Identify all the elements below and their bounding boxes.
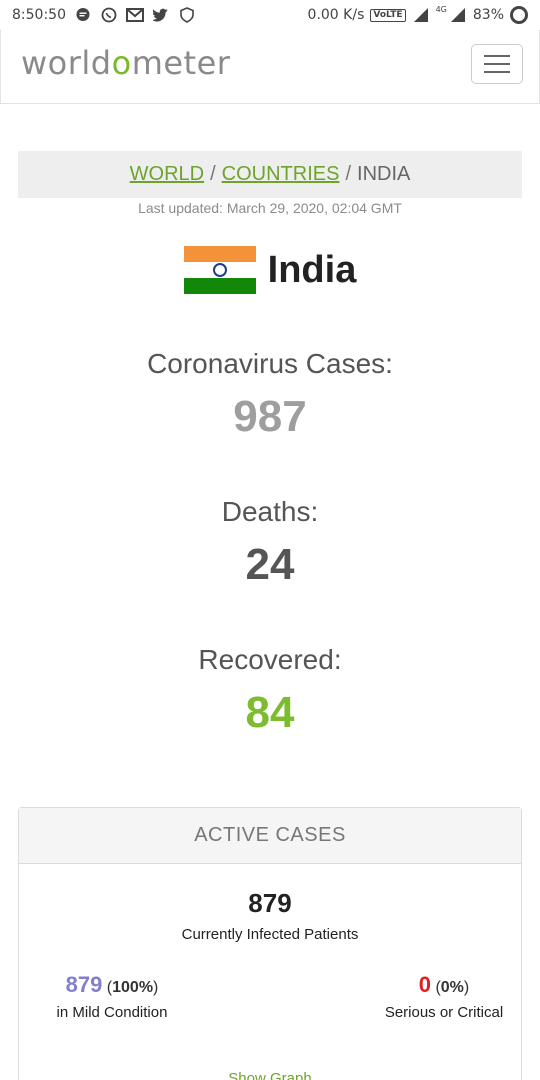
signal-icon-2 <box>449 6 467 24</box>
net-speed: 0.00 K/s <box>307 7 365 23</box>
whatsapp-icon <box>100 6 118 24</box>
shield-app-icon <box>178 6 196 24</box>
recovered-value: 84 <box>245 688 295 737</box>
hamburger-icon-bar <box>484 71 510 73</box>
mild-value: 879 <box>65 972 103 997</box>
battery-percent: 83% <box>472 7 504 23</box>
breadcrumb-world-link[interactable]: WORLD <box>130 163 204 186</box>
message-icon <box>74 6 92 24</box>
serious-label: Serious or Critical <box>384 1004 504 1021</box>
cases-label: Coronavirus Cases: <box>147 348 393 379</box>
clock: 8:50:50 <box>12 7 66 23</box>
breadcrumb-separator: / <box>210 163 216 185</box>
network-type: 4G <box>435 4 447 14</box>
hamburger-icon-bar <box>484 63 510 65</box>
mild-condition-block: 879 (100%) in Mild Condition <box>37 972 187 1021</box>
gmail-icon <box>125 6 144 24</box>
worldometer-logo[interactable]: worldometer <box>21 44 230 82</box>
active-cases-title: ACTIVE CASES <box>19 808 521 864</box>
battery-icon <box>510 6 528 24</box>
mild-percent: 100% <box>112 979 154 996</box>
hamburger-menu-button[interactable] <box>471 44 523 84</box>
signal-icon <box>412 6 430 24</box>
deaths-value: 24 <box>245 540 295 589</box>
show-graph-link[interactable]: Show Graph <box>19 1070 521 1080</box>
serious-percent: 0% <box>440 979 464 996</box>
deaths-label: Deaths: <box>221 496 319 527</box>
breadcrumb-current: INDIA <box>357 163 411 185</box>
breadcrumb: WORLD / COUNTRIES / INDIA <box>18 151 522 198</box>
active-cases-total-label: Currently Infected Patients <box>181 926 359 943</box>
recovered-label: Recovered: <box>198 644 342 675</box>
country-name: India <box>267 248 357 291</box>
country-heading: India <box>0 246 540 294</box>
active-cases-panel: ACTIVE CASES 879 Currently Infected Pati… <box>18 807 522 1080</box>
cases-value: 987 <box>233 392 307 441</box>
twitter-icon <box>152 6 170 24</box>
last-updated: Last updated: March 29, 2020, 02:04 GMT <box>138 200 402 216</box>
hamburger-icon-bar <box>484 55 510 57</box>
serious-condition-block: 0 (0%) Serious or Critical <box>369 972 519 1021</box>
serious-value: 0 <box>418 972 431 997</box>
breadcrumb-countries-link[interactable]: COUNTRIES <box>222 163 340 186</box>
mild-label: in Mild Condition <box>56 1004 168 1021</box>
volte-badge: VoLTE <box>370 8 406 22</box>
breadcrumb-separator: / <box>345 163 352 185</box>
active-cases-total: 879 <box>248 888 292 918</box>
status-bar: 8:50:50 0.00 K/s VoLTE 4G 83% <box>0 0 540 30</box>
india-flag-icon <box>183 246 256 294</box>
site-header: worldometer <box>0 30 540 104</box>
